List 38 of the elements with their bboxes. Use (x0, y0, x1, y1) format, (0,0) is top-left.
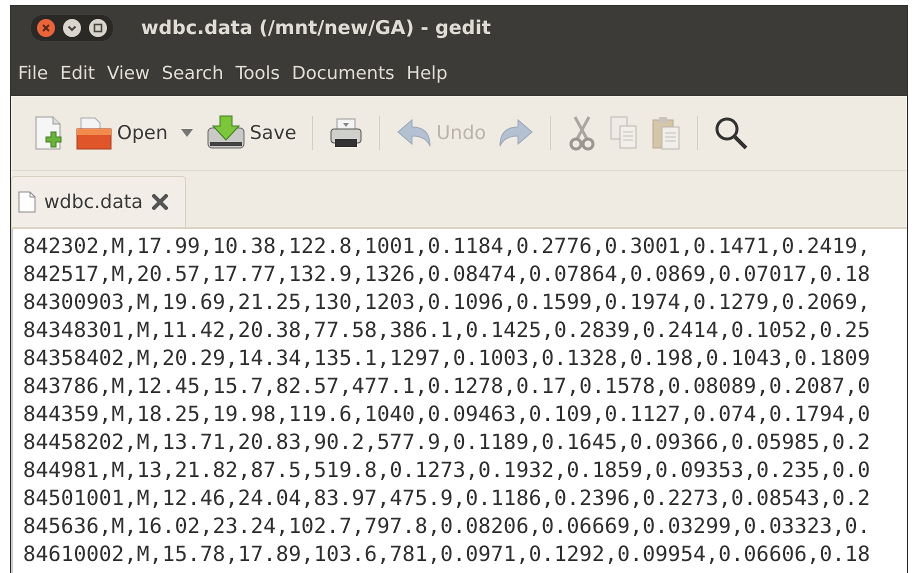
text-line: 842517,M,20.57,17.77,132.9,1326,0.08474,0.07864,0.0869,0.07017,0.18 (23, 261, 872, 288)
maximize-icon[interactable] (88, 18, 108, 38)
clipboard-icon (651, 115, 682, 151)
document-icon (18, 191, 36, 213)
text-line: 844981,M,13,21.82,87.5,519.8,0.1273,0.1932,0.1859,0.09353,0.235,0.0 (23, 457, 872, 484)
text-line: 845636,M,16.02,23.24,102.7,797.8,0.08206,0.06669,0.03299,0.03323,0. (23, 513, 872, 540)
text-line: 844359,M,18.25,19.98,119.6,1040,0.09463,0.109,0.1127,0.074,0.1794,0 (23, 401, 872, 428)
copy-icon (609, 115, 640, 151)
redo-arrow-icon (498, 118, 534, 148)
menu-item[interactable]: File (13, 58, 54, 88)
menu-item[interactable]: Edit (55, 58, 100, 88)
text-line: 84348301,M,11.42,20.38,77.58,386.1,0.1425,0.2839,0.2414,0.1052,0.25 (23, 317, 872, 344)
search-icon (714, 116, 748, 150)
menu-item[interactable]: Tools (230, 58, 285, 88)
minimize-icon[interactable] (62, 18, 82, 38)
text-line: 843786,M,12.45,15.7,82.57,477.1,0.1278,0.17,0.1578,0.08089,0.2087,0 (23, 373, 872, 400)
close-icon[interactable] (150, 193, 169, 211)
undo-arrow-icon (396, 118, 432, 148)
text-line: 84458202,M,13.71,20.83,90.2,577.9,0.1189,0.1645,0.09366,0.05985,0.2 (23, 429, 872, 456)
menu-item[interactable]: View (102, 58, 155, 88)
window-title: wdbc.data (/mnt/new/GA) - gedit (141, 17, 491, 39)
menu-item[interactable]: Documents (286, 58, 400, 88)
menu-item[interactable]: Help (402, 58, 453, 88)
text-line: 84358402,M,20.29,14.34,135.1,1297,0.1003,0.1328,0.198,0.1043,0.1809 (23, 345, 872, 372)
document-tab[interactable]: wdbc.data (11, 176, 186, 227)
toolbar-button[interactable]: Open (73, 111, 170, 155)
new-document-icon (33, 115, 63, 151)
text-line: 842302,M,17.99,10.38,122.8,1001,0.1184,0.2776,0.3001,0.1471,0.2419, (23, 233, 872, 260)
dropdown-caret-icon (180, 128, 194, 138)
scissors-icon (567, 115, 598, 151)
close-icon[interactable] (36, 18, 56, 38)
text-line: 84610002,M,15.78,17.89,103.6,781,0.0971,0.1292,0.09954,0.06606,0.18 (23, 541, 872, 568)
toolbar-button[interactable]: Save (204, 110, 298, 156)
printer-icon (329, 117, 364, 149)
text-line: 84501001,M,12.46,24.04,83.97,475.9,0.1186,0.2396,0.2273,0.08543,0.2 (23, 485, 872, 512)
menu-item[interactable]: Search (156, 58, 229, 88)
folder-icon (75, 115, 113, 151)
text-line: 84300903,M,19.69,21.25,130,1203,0.1096,0.1599,0.1974,0.1279,0.2069, (23, 289, 872, 316)
